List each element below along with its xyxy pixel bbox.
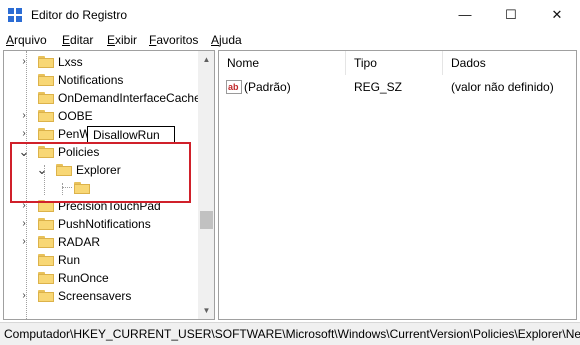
value-type: REG_SZ	[354, 80, 403, 94]
minimize-button[interactable]: —	[442, 0, 488, 30]
folder-icon	[38, 254, 54, 266]
string-value-icon: ab	[226, 80, 242, 94]
status-bar-path: Computador\HKEY_CURRENT_USER\SOFTWARE\Mi…	[0, 322, 580, 345]
value-data: (valor não definido)	[451, 80, 554, 94]
tree-item-label: Lxss	[58, 55, 83, 69]
tree-item-radar[interactable]: › RADAR	[4, 233, 194, 251]
tree-item-label: Screensavers	[58, 289, 132, 303]
tree-item-ondemandinterfacecache[interactable]: OnDemandInterfaceCache	[4, 89, 201, 107]
column-header-tipo[interactable]: Tipo	[346, 51, 443, 75]
values-pane[interactable]: Nome Tipo Dados ab (Padrão) REG_SZ (valo…	[218, 50, 577, 320]
menu-bar: Arquivo Editar Exibir Favoritos Ajuda	[0, 30, 580, 50]
folder-icon	[38, 218, 54, 230]
value-name[interactable]: (Padrão)	[244, 77, 291, 97]
folder-icon	[38, 56, 54, 68]
tree-item-pushnotifications[interactable]: › PushNotifications	[4, 215, 194, 233]
tree-scrollbar[interactable]: ▲ ▼	[198, 51, 214, 319]
tree-item-label: RADAR	[58, 235, 101, 249]
tree-item-label: Notifications	[58, 73, 124, 87]
menu-exibir[interactable]: Exibir	[107, 33, 137, 47]
tree-item-notifications[interactable]: Notifications	[4, 71, 194, 89]
tree-item-label: OOBE	[58, 109, 93, 123]
expand-icon[interactable]: ›	[18, 215, 30, 233]
expand-icon[interactable]: ›	[18, 125, 30, 143]
maximize-button[interactable]: ☐	[488, 0, 534, 30]
highlight-box	[10, 142, 191, 203]
folder-icon	[38, 74, 54, 86]
tree-item-label: RunOnce	[58, 271, 109, 285]
expand-icon[interactable]: ›	[18, 53, 30, 71]
tree-item-screensavers[interactable]: › Screensavers	[4, 287, 194, 305]
expand-icon[interactable]: ›	[18, 233, 30, 251]
tree-item-label: OnDemandInterfaceCache	[58, 91, 201, 105]
tree-item-runonce[interactable]: RunOnce	[4, 269, 194, 287]
folder-icon	[38, 236, 54, 248]
column-header-dados[interactable]: Dados	[443, 51, 576, 75]
tree-item-label: PushNotifications	[58, 217, 151, 231]
menu-ajuda[interactable]: Ajuda	[211, 33, 242, 47]
folder-icon	[38, 110, 54, 122]
menu-favoritos[interactable]: Favoritos	[149, 33, 198, 47]
folder-icon	[38, 128, 54, 140]
scroll-down-icon[interactable]: ▼	[198, 302, 214, 319]
svg-text:ab: ab	[228, 82, 239, 92]
tree-item-oobe[interactable]: › OOBE	[4, 107, 194, 125]
tree-item-label: Run	[58, 253, 81, 267]
menu-editar[interactable]: Editar	[62, 33, 93, 47]
folder-icon	[38, 290, 54, 302]
tree-item-run[interactable]: Run	[4, 251, 194, 269]
title-bar: Editor do Registro — ☐ ✕	[0, 0, 580, 30]
expand-icon[interactable]: ›	[18, 287, 30, 305]
window-title: Editor do Registro	[31, 8, 128, 22]
scroll-thumb[interactable]	[200, 211, 213, 229]
expand-icon[interactable]: ›	[18, 107, 30, 125]
column-header-nome[interactable]: Nome	[219, 51, 346, 75]
close-button[interactable]: ✕	[534, 0, 580, 30]
folder-icon	[38, 92, 54, 104]
registry-editor-icon	[8, 8, 22, 22]
folder-icon	[38, 272, 54, 284]
scroll-up-icon[interactable]: ▲	[198, 51, 214, 68]
menu-arquivo[interactable]: Arquivo	[6, 33, 47, 47]
tree-item-lxss[interactable]: › Lxss	[4, 53, 194, 71]
